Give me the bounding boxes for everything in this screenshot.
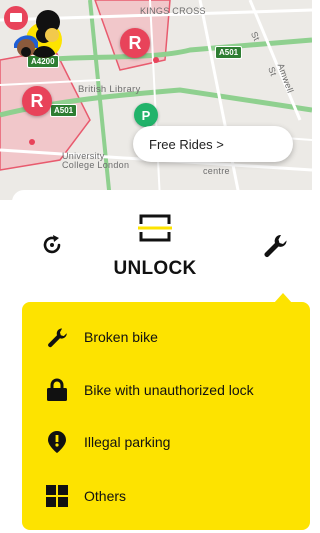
menu-item-label: Illegal parking <box>84 434 171 450</box>
free-rides-button[interactable]: Free Rides > <box>133 126 293 162</box>
unlock-button[interactable]: UNLOCK <box>105 258 205 280</box>
wrench-icon[interactable] <box>262 232 288 258</box>
report-issue-menu: Broken bike Bike with unauthorized lock … <box>22 293 310 530</box>
map-view[interactable]: KINGS CROSS British Library University C… <box>0 0 312 200</box>
scan-unlock-icon[interactable] <box>138 213 172 243</box>
parking-marker[interactable]: P <box>134 103 158 127</box>
wrench-icon <box>44 324 70 350</box>
map-label-centre: centre <box>203 166 230 176</box>
refresh-icon[interactable] <box>40 233 64 257</box>
map-label-college-london: College London <box>62 160 130 170</box>
road-shield-a501-left: A501 <box>50 104 78 117</box>
road-shield-a501-top: A501 <box>215 46 243 59</box>
map-label-british-library: British Library <box>78 84 141 95</box>
menu-item-unauthorized-lock[interactable]: Bike with unauthorized lock <box>22 366 310 414</box>
map-label-kings-cross: KINGS CROSS <box>140 6 206 16</box>
no-parking-marker[interactable]: R <box>22 86 52 116</box>
menu-item-label: Others <box>84 488 127 504</box>
menu-item-label: Broken bike <box>84 329 158 345</box>
no-parking-marker[interactable]: R <box>120 28 150 58</box>
menu-item-illegal-parking[interactable]: Illegal parking <box>22 418 310 466</box>
menu-item-broken-bike[interactable]: Broken bike <box>22 313 310 361</box>
menu-item-label: Bike with unauthorized lock <box>84 382 254 398</box>
menu-item-others[interactable]: Others <box>22 472 310 520</box>
lock-icon <box>44 377 70 403</box>
alert-icon <box>44 429 70 455</box>
promo-illustration-icon <box>4 6 60 57</box>
grid-icon <box>44 483 70 509</box>
free-rides-label: Free Rides > <box>149 136 224 152</box>
